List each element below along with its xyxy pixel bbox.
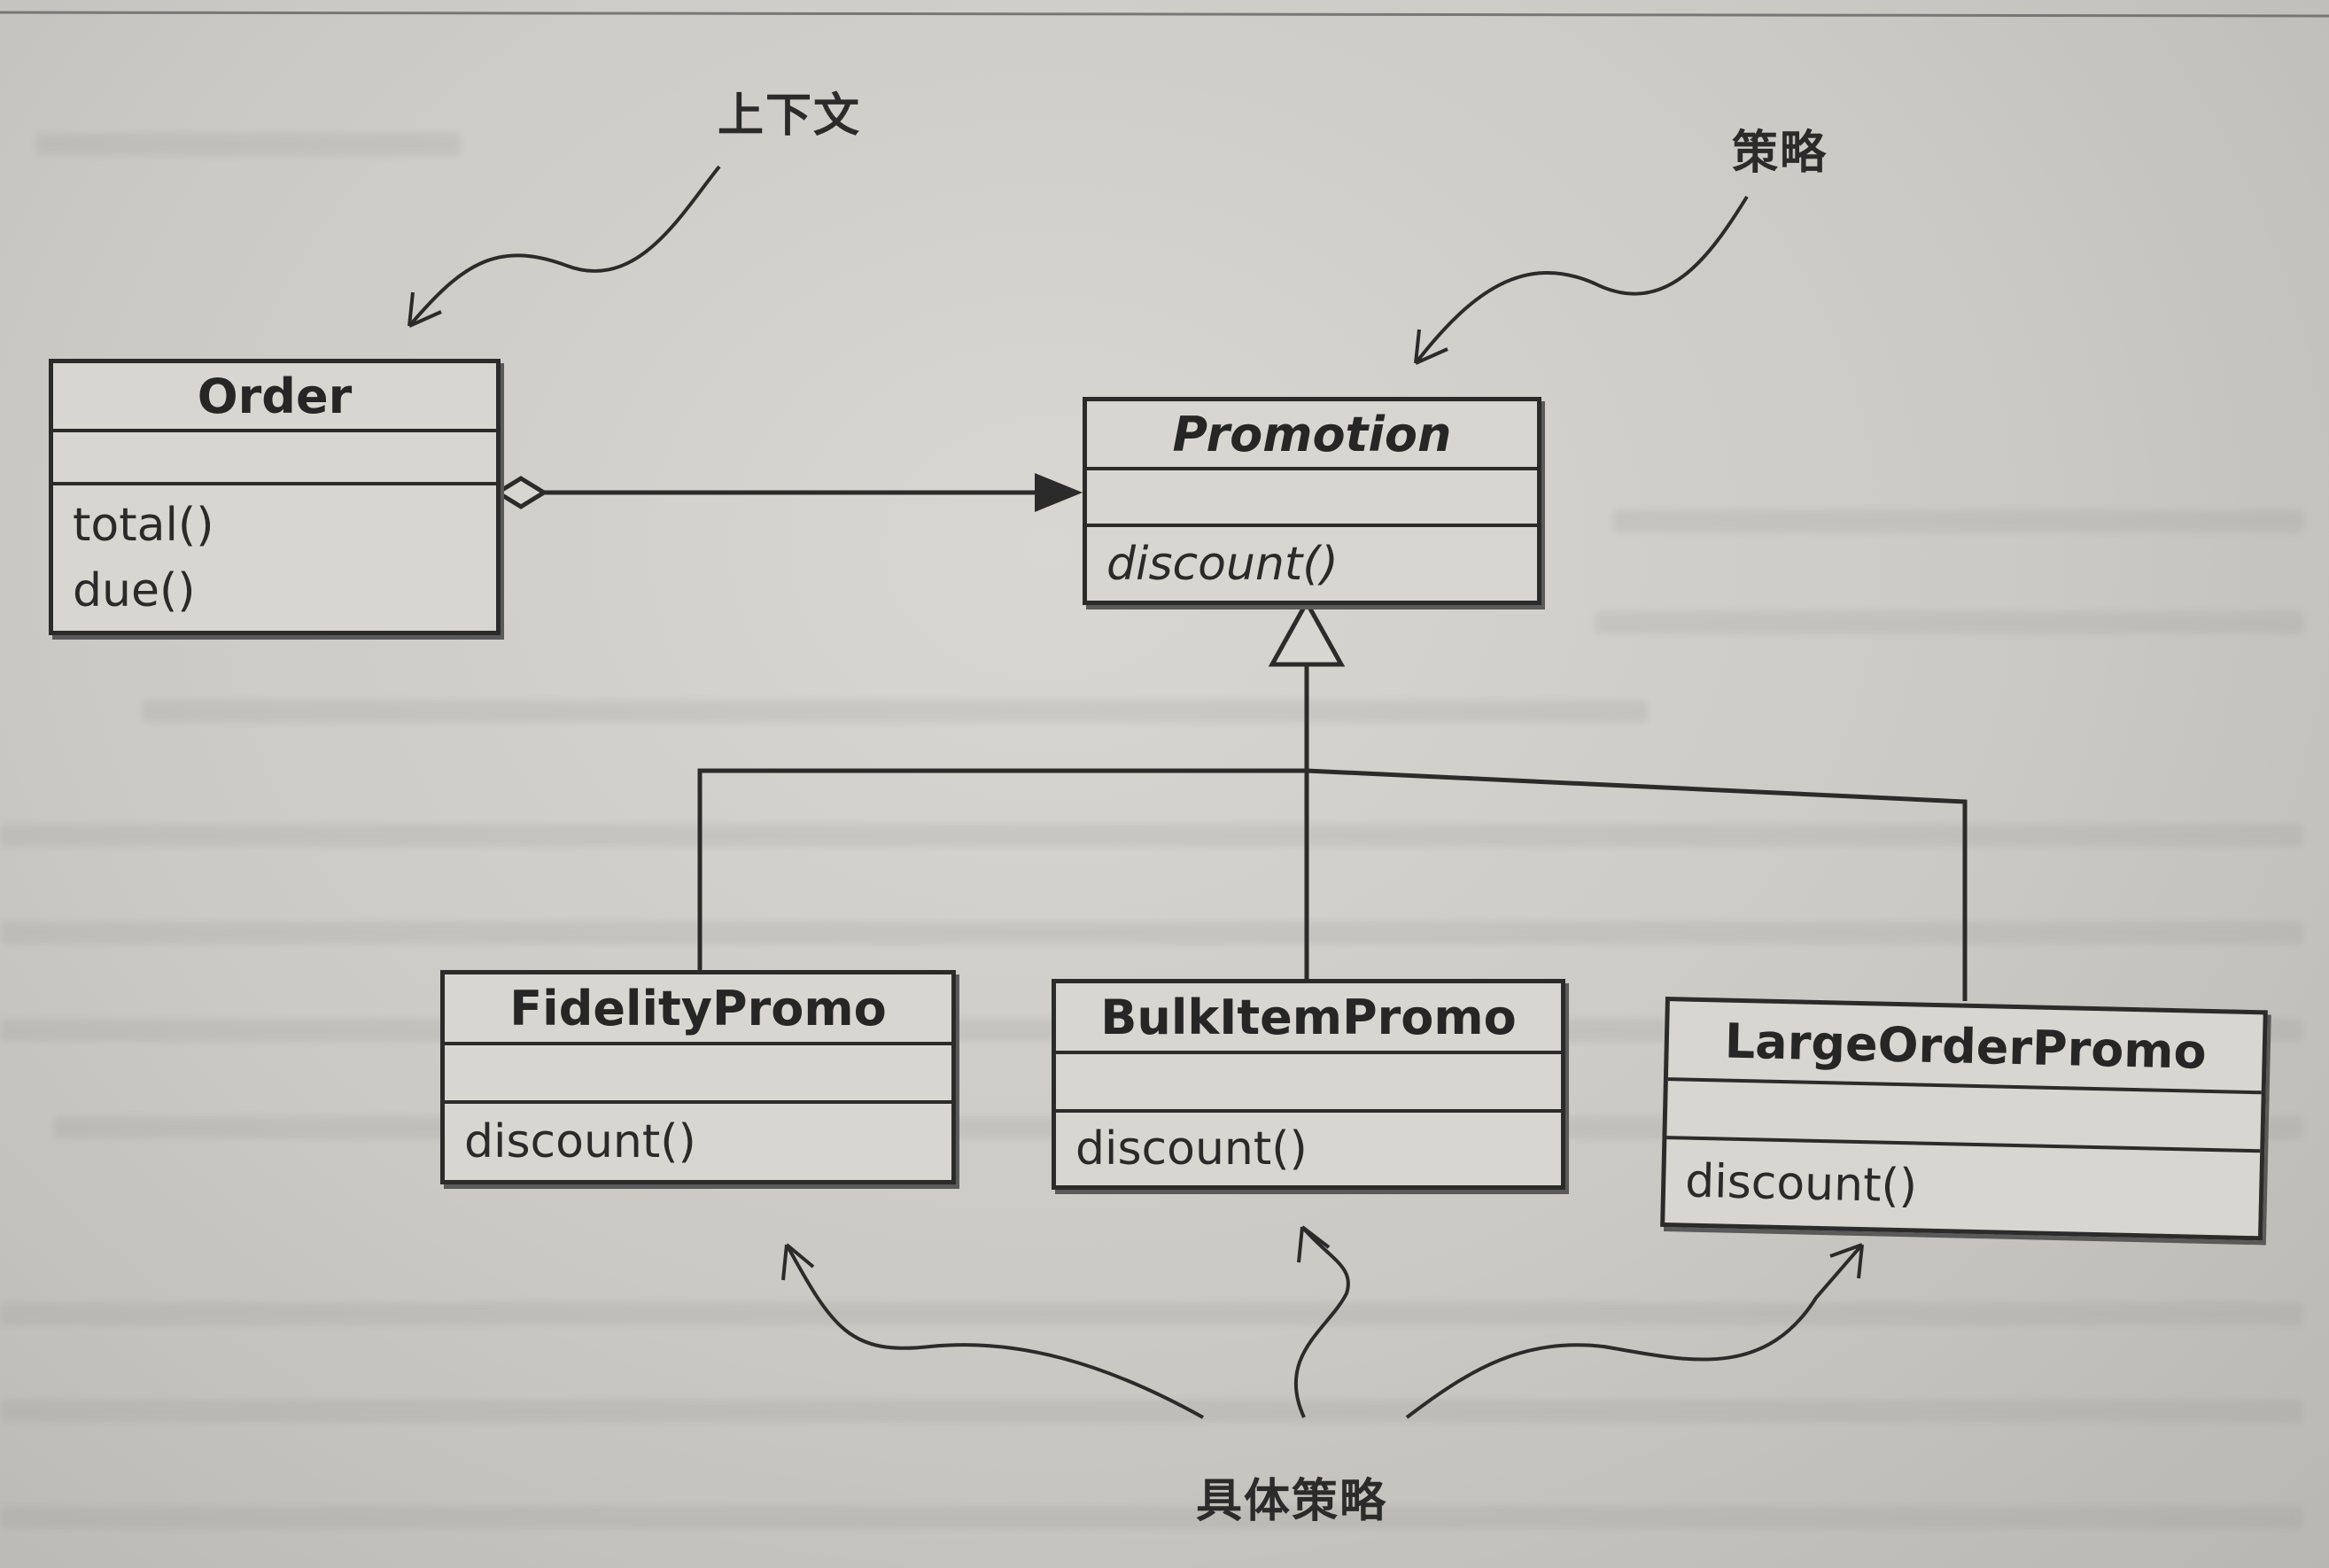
- page-background: 上下文 策略 具体策略 Order total() due() Promotio…: [0, 0, 2329, 1568]
- concrete-pointer-bulk: [1293, 1225, 1350, 1418]
- class-bulk-item-promo-attributes: [1056, 1054, 1561, 1113]
- concrete-pointer-large: [1405, 1243, 1864, 1419]
- class-bulk-item-promo-name: BulkItemPromo: [1056, 983, 1561, 1054]
- operation-total: total(): [73, 499, 214, 552]
- strategy-pointer: [1414, 195, 1749, 365]
- inheritance-branches: [697, 768, 1968, 1001]
- class-bulk-item-promo: BulkItemPromo discount(): [1052, 979, 1565, 1190]
- operation-discount: discount(): [1106, 537, 1339, 591]
- class-large-order-promo-operations: discount(): [1665, 1139, 2260, 1236]
- class-order-attributes: [53, 432, 496, 485]
- class-order-operations: total() due(): [53, 485, 496, 631]
- class-large-order-promo: LargeOrderPromo discount(): [1660, 997, 2268, 1241]
- class-fidelity-promo-operations: discount(): [445, 1104, 951, 1180]
- class-promotion-attributes: [1087, 470, 1537, 527]
- operation-discount: discount(): [464, 1115, 696, 1168]
- class-fidelity-promo-name: FidelityPromo: [445, 974, 951, 1045]
- class-fidelity-promo-attributes: [445, 1045, 951, 1104]
- class-large-order-promo-name: LargeOrderPromo: [1667, 1001, 2263, 1095]
- aggregation-diamond: [493, 476, 548, 509]
- inheritance-triangle: [1268, 597, 1346, 667]
- operation-due: due(): [73, 564, 196, 617]
- class-promotion: Promotion discount(): [1083, 397, 1541, 605]
- class-order: Order total() due(): [49, 359, 501, 635]
- class-promotion-operations: discount(): [1087, 527, 1537, 601]
- concrete-strategy-label: 具体策略: [1196, 1475, 1388, 1528]
- class-fidelity-promo: FidelityPromo discount(): [440, 970, 956, 1184]
- concrete-pointer-bulk-head: [1297, 1225, 1331, 1263]
- context-label: 上下文: [718, 89, 862, 143]
- context-pointer: [408, 165, 721, 328]
- concrete-pointer-fidelity: [785, 1244, 1204, 1419]
- connector-layer: [0, 11, 2329, 1419]
- class-bulk-item-promo-operations: discount(): [1056, 1113, 1561, 1185]
- class-promotion-name: Promotion: [1087, 401, 1537, 470]
- strategy-label: 策略: [1732, 127, 1828, 180]
- association-arrowhead: [1035, 473, 1083, 512]
- operation-discount: discount(): [1075, 1122, 1308, 1176]
- page-top-rule: [0, 11, 2329, 18]
- class-order-name: Order: [53, 363, 496, 432]
- operation-discount: discount(): [1684, 1154, 1918, 1214]
